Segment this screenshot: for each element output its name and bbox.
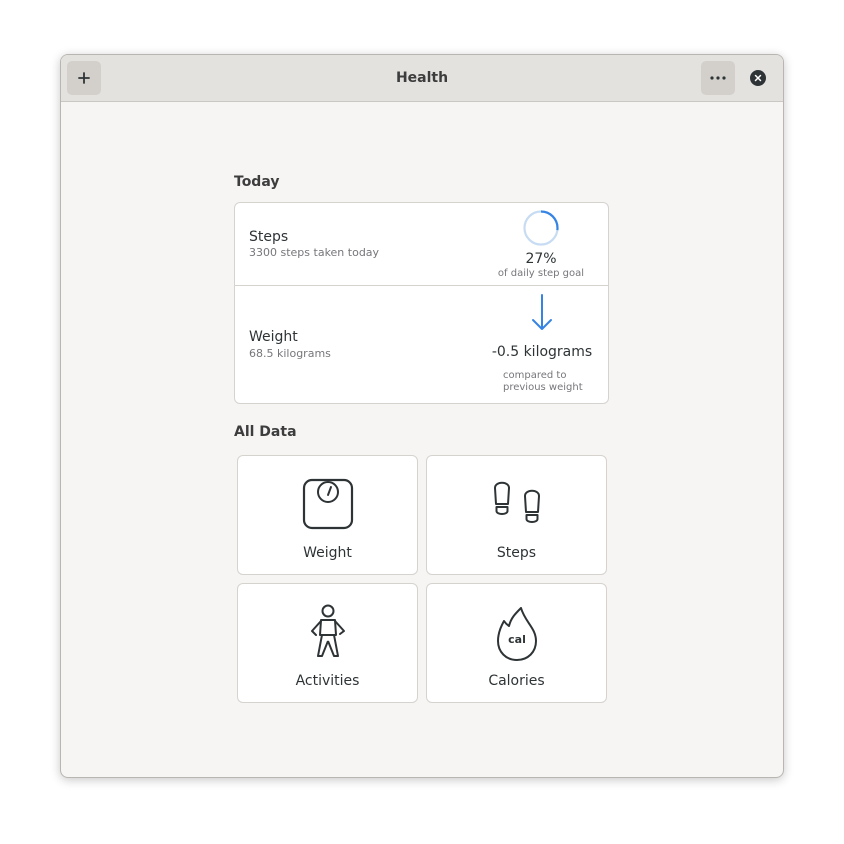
tile-icon-wrap	[238, 478, 417, 538]
flame-cal-icon: cal	[496, 607, 537, 661]
window-title: Health	[395, 70, 449, 86]
steps-row-subtitle: 3300 steps taken today	[249, 246, 380, 259]
header-bar: Health	[61, 55, 783, 102]
weight-tile-label: Weight	[303, 545, 352, 561]
main-menu-button[interactable]	[701, 61, 735, 95]
activities-tile-label: Activities	[295, 673, 360, 689]
all-data-heading: All Data	[234, 424, 297, 440]
weight-data-tile[interactable]: Weight	[237, 455, 418, 575]
scale-icon	[302, 478, 353, 530]
steps-progress-ring	[523, 210, 559, 246]
today-heading: Today	[234, 174, 280, 190]
steps-tile-label: Steps	[496, 545, 537, 561]
arrow-down-icon	[532, 294, 552, 330]
steps-data-tile[interactable]: Steps	[426, 455, 607, 575]
activities-data-tile[interactable]: Activities	[237, 583, 418, 703]
weight-row-subtitle: 68.5 kilograms	[249, 347, 331, 360]
plus-icon	[78, 72, 90, 84]
today-weight-row[interactable]: Weight 68.5 kilograms -0.5 kilograms com…	[235, 286, 608, 403]
steps-goal-summary: 27% of daily step goal	[481, 209, 601, 280]
weight-change-caption-line2: previous weight	[503, 382, 583, 393]
weight-change-value: -0.5 kilograms	[491, 344, 593, 360]
footprints-icon	[493, 481, 540, 523]
add-data-button[interactable]	[67, 61, 101, 95]
tile-icon-wrap	[238, 604, 417, 664]
weight-row-title: Weight	[249, 329, 298, 345]
today-card: Steps 3300 steps taken today 27% of dail…	[234, 202, 609, 404]
calories-tile-label: Calories	[488, 673, 545, 689]
today-steps-row[interactable]: Steps 3300 steps taken today 27% of dail…	[235, 203, 608, 286]
close-icon	[754, 74, 762, 82]
steps-row-title: Steps	[249, 229, 289, 245]
tile-icon-wrap: cal	[427, 606, 606, 666]
weight-change-summary: -0.5 kilograms compared to previous weig…	[487, 294, 597, 394]
tile-icon-wrap	[427, 478, 606, 538]
steps-percent-caption: of daily step goal	[497, 268, 585, 279]
calories-icon-text: cal	[508, 633, 526, 646]
app-window: Health Today Steps 3300 steps taken toda…	[60, 54, 784, 778]
more-dots-icon	[710, 76, 726, 80]
steps-percent: 27%	[525, 251, 557, 267]
calories-data-tile[interactable]: cal Calories	[426, 583, 607, 703]
person-walking-icon	[310, 604, 345, 657]
close-button[interactable]	[750, 70, 766, 86]
weight-change-caption-line1: compared to	[503, 370, 567, 381]
